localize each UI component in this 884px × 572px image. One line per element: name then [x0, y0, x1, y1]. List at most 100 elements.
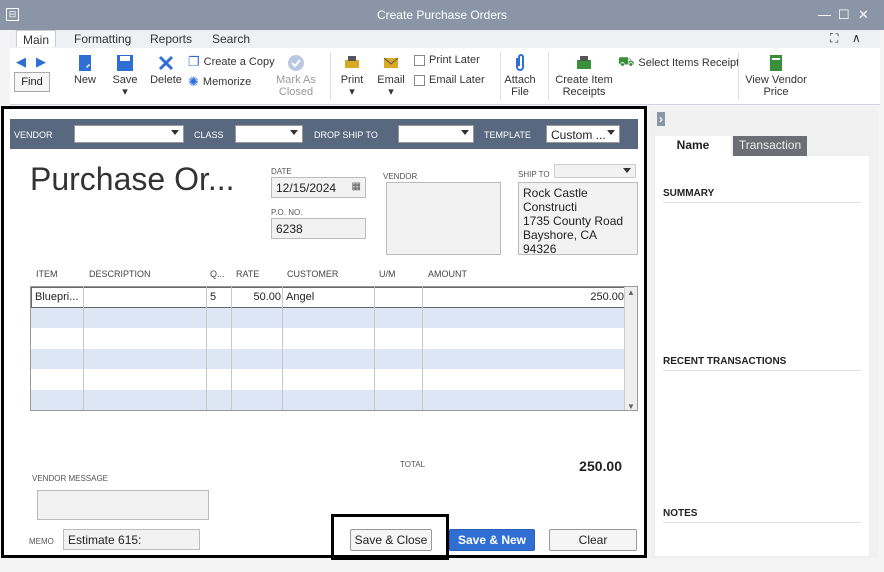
template-label: TEMPLATE [484, 130, 531, 140]
checkbox-icon [414, 54, 425, 66]
email-button[interactable]: Email ▾ [376, 54, 406, 98]
class-label: CLASS [194, 130, 224, 140]
paperclip-icon [516, 54, 524, 71]
check-badge-icon [288, 55, 304, 71]
summary-heading: SUMMARY [663, 188, 715, 199]
chevron-down-icon: ▾ [388, 86, 394, 98]
tab-name[interactable]: Name [655, 136, 731, 156]
find-button[interactable]: Find [14, 72, 50, 92]
column-header-rate[interactable]: RATE [236, 269, 259, 279]
price-sheet-icon [770, 55, 782, 71]
po-number-field[interactable]: 6238 [271, 218, 366, 239]
tab-reports[interactable]: Reports [144, 32, 198, 46]
print-later-checkbox[interactable]: Print Later [414, 54, 480, 66]
floppy-disk-icon [117, 55, 133, 71]
tab-transaction[interactable]: Transaction [733, 136, 807, 156]
line-items-table: Bluepri... 5 50.00 Angel 250.00 ▲ ▼ [30, 286, 638, 411]
column-header-description[interactable]: DESCRIPTION [89, 269, 151, 279]
memorize-button[interactable]: ✺ Memorize [188, 74, 251, 90]
create-copy-button[interactable]: ❐ Create a Copy [188, 54, 275, 70]
column-header-item[interactable]: ITEM [36, 269, 58, 279]
separator [548, 52, 549, 100]
copy-icon: ❐ [188, 54, 200, 69]
panel-body: SUMMARY RECENT TRANSACTIONS NOTES [655, 156, 869, 556]
table-row[interactable] [31, 389, 625, 410]
chevron-down-icon [607, 130, 615, 135]
chevron-down-icon [461, 130, 469, 135]
prev-arrow-icon[interactable]: ◀ [16, 54, 26, 70]
new-document-icon [79, 55, 91, 71]
collapse-ribbon-icon[interactable]: ∧ [852, 31, 861, 45]
email-later-checkbox[interactable]: Email Later [414, 74, 485, 86]
tab-formatting[interactable]: Formatting [68, 32, 137, 46]
separator [330, 52, 331, 100]
vendor-dropdown[interactable] [74, 125, 184, 143]
ship-to-address-field[interactable]: Rock Castle Constructi 1735 County Road … [518, 182, 638, 256]
drop-ship-label: DROP SHIP TO [314, 130, 378, 140]
purchase-order-form: VENDOR CLASS DROP SHIP TO TEMPLATE Custo… [1, 106, 647, 560]
separator [500, 52, 501, 100]
toolbar: ◀ ▶ New Save ▾ Delete ❐ Create a Copy ✺ Mem… [10, 48, 880, 105]
table-row[interactable] [31, 328, 625, 349]
title-bar: ⊟ Create Purchase Orders — ☐ ✕ [0, 0, 884, 30]
recent-transactions-heading: RECENT TRANSACTIONS [663, 356, 787, 367]
save-new-button[interactable]: Save & New [449, 529, 535, 551]
drop-ship-dropdown[interactable] [398, 125, 474, 143]
tab-main[interactable]: Main [16, 30, 57, 47]
po-number-label: P.O. NO. [271, 208, 303, 217]
date-label: DATE [271, 167, 292, 176]
ribbon-tabs: Main Formatting Reports Search ⛶ ∧ [10, 30, 880, 48]
vendor-message-field[interactable] [37, 490, 209, 520]
vendor-address-label: VENDOR [383, 172, 418, 181]
attach-file-button[interactable]: Attach File [504, 54, 536, 98]
ship-to-label: SHIP TO [518, 170, 550, 179]
maximize-button[interactable]: ☐ [838, 7, 850, 23]
chevron-down-icon: ▾ [349, 86, 355, 98]
create-item-receipts-button[interactable]: Create Item Receipts [554, 54, 614, 98]
vendor-message-label: VENDOR MESSAGE [32, 474, 109, 483]
delete-button[interactable]: Delete [150, 54, 182, 86]
template-dropdown[interactable]: Custom ... [546, 125, 620, 143]
scroll-up-icon[interactable]: ▲ [627, 288, 635, 297]
chevron-down-icon [623, 168, 631, 173]
column-header-customer[interactable]: CUSTOMER [287, 269, 338, 279]
print-button[interactable]: Print ▾ [338, 54, 366, 98]
column-header-qty[interactable]: Q... [210, 269, 225, 279]
calendar-icon[interactable]: ▦ [352, 181, 361, 192]
memorize-icon: ✺ [188, 74, 199, 89]
printer-icon [345, 56, 359, 68]
clear-button[interactable]: Clear [549, 529, 637, 551]
table-row[interactable]: Bluepri... 5 50.00 Angel 250.00 [31, 287, 625, 308]
new-button[interactable]: New [72, 54, 98, 86]
memo-field[interactable]: Estimate 615: [63, 529, 200, 550]
view-vendor-price-button[interactable]: View Vendor Price [744, 54, 808, 98]
receipt-truck-icon [577, 56, 591, 69]
total-label: TOTAL [400, 460, 426, 469]
separator [738, 52, 739, 100]
tab-search[interactable]: Search [206, 32, 256, 46]
date-field[interactable]: 12/15/2024 ▦ [271, 177, 366, 198]
close-button[interactable]: ✕ [858, 7, 869, 23]
mark-as-closed-button[interactable]: Mark As Closed [276, 54, 316, 98]
scroll-down-icon[interactable]: ▼ [627, 402, 635, 410]
checkbox-icon [414, 74, 425, 86]
next-arrow-icon[interactable]: ▶ [36, 54, 46, 70]
ship-to-dropdown[interactable] [554, 164, 636, 178]
table-row[interactable] [31, 307, 625, 328]
total-amount: 250.00 [579, 458, 622, 474]
history-panel: › Name Transaction SUMMARY RECENT TRANSA… [651, 110, 878, 558]
save-close-button[interactable]: Save & Close [350, 529, 432, 551]
table-row[interactable] [31, 369, 625, 390]
minimize-button[interactable]: — [818, 7, 831, 22]
save-button[interactable]: Save ▾ [110, 54, 140, 98]
table-row[interactable] [31, 348, 625, 369]
column-header-amount[interactable]: AMOUNT [428, 269, 467, 279]
class-dropdown[interactable] [235, 125, 303, 143]
vendor-address-field[interactable] [386, 182, 501, 255]
table-scrollbar[interactable]: ▲ ▼ [624, 287, 637, 410]
vendor-label: VENDOR [14, 130, 53, 140]
select-items-receipt-button[interactable]: ⛟ Select Items Receipt [618, 54, 739, 72]
expand-icon[interactable]: ⛶ [830, 31, 838, 46]
column-header-um[interactable]: U/M [379, 269, 396, 279]
panel-toggle-icon[interactable]: › [657, 112, 665, 126]
